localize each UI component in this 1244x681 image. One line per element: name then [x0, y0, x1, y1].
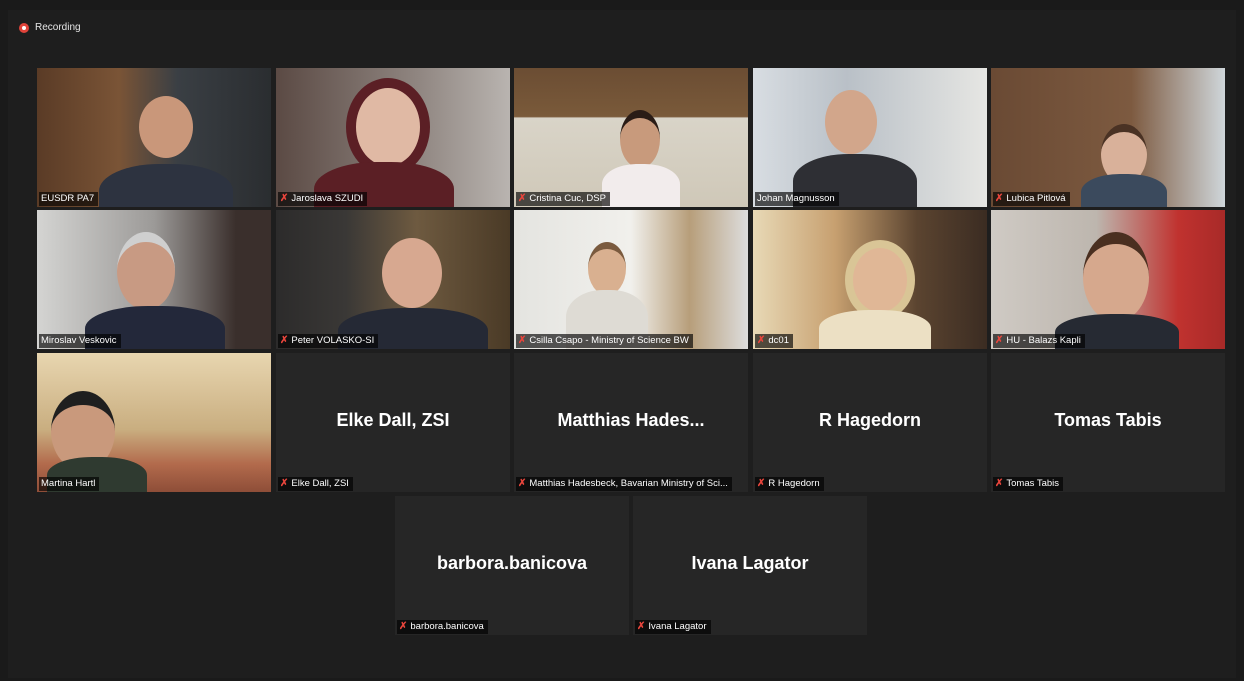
participant-display-name: R Hagedorn [818, 410, 921, 430]
participant-display-name: barbora.banicova [436, 553, 588, 573]
video-tile-off[interactable]: R Hagedorn ✗ R Hagedorn [753, 353, 987, 492]
muted-mic-icon: ✗ [637, 621, 646, 632]
muted-mic-icon: ✗ [280, 335, 289, 346]
muted-mic-icon: ✗ [518, 478, 527, 489]
video-tile-off[interactable]: barbora.banicova ✗ barbora.banicova [395, 496, 629, 635]
video-tile[interactable]: ✗ Cristina Cuc, DSP [514, 68, 748, 207]
participant-name: EUSDR PA7 [39, 192, 99, 206]
participant-name: ✗ Jaroslava SZUDI [278, 192, 368, 206]
participant-name: Miroslav Veskovic [39, 334, 121, 348]
participant-display-name: Matthias Hades... [557, 410, 705, 430]
participant-name: ✗ Ivana Lagator [635, 620, 711, 634]
recording-indicator[interactable]: Recording [19, 22, 81, 33]
participant-name: ✗ Lubica Pitlová [993, 192, 1070, 206]
video-tile-off[interactable]: Matthias Hades... ✗ Matthias Hadesbeck, B… [514, 353, 748, 492]
participant-name: ✗ barbora.banicova [397, 620, 488, 634]
video-tile[interactable]: ✗ Csilla Csapo - Ministry of Science BW [514, 210, 748, 349]
muted-mic-icon: ✗ [757, 478, 766, 489]
video-tile[interactable]: ✗ dc01 [753, 210, 987, 349]
participant-name: ✗ Peter VOLASKO-SI [278, 334, 379, 348]
participant-name: Martina Hartl [39, 477, 100, 491]
video-tile-active-speaker[interactable]: ✗ Lubica Pitlová [991, 68, 1225, 207]
muted-mic-icon: ✗ [995, 335, 1004, 346]
muted-mic-icon: ✗ [995, 193, 1004, 204]
video-tile-off[interactable]: Ivana Lagator ✗ Ivana Lagator [633, 496, 867, 635]
video-tile[interactable]: Miroslav Veskovic [37, 210, 271, 349]
muted-mic-icon: ✗ [757, 335, 766, 346]
recording-label: Recording [35, 22, 81, 33]
participant-name: ✗ Tomas Tabis [993, 477, 1064, 491]
video-tile[interactable]: ✗ Peter VOLASKO-SI [276, 210, 510, 349]
video-tile-off[interactable]: Elke Dall, ZSI ✗ Elke Dall, ZSI [276, 353, 510, 492]
video-tile-off[interactable]: Tomas Tabis ✗ Tomas Tabis [991, 353, 1225, 492]
participant-name: ✗ dc01 [755, 334, 793, 348]
video-tile[interactable]: Martina Hartl [37, 353, 271, 492]
participant-display-name: Elke Dall, ZSI [336, 410, 450, 430]
muted-mic-icon: ✗ [995, 478, 1004, 489]
muted-mic-icon: ✗ [280, 193, 289, 204]
muted-mic-icon: ✗ [518, 193, 527, 204]
video-tile[interactable]: Johan Magnusson [753, 68, 987, 207]
participant-name: ✗ Csilla Csapo - Ministry of Science BW [516, 334, 693, 348]
muted-mic-icon: ✗ [280, 478, 289, 489]
video-tile[interactable]: ✗ Jaroslava SZUDI [276, 68, 510, 207]
muted-mic-icon: ✗ [399, 621, 408, 632]
recording-icon [19, 22, 29, 33]
participant-name: ✗ R Hagedorn [755, 477, 824, 491]
participant-name: ✗ Matthias Hadesbeck, Bavarian Ministry o… [516, 477, 732, 491]
participant-name: ✗ Cristina Cuc, DSP [516, 192, 610, 206]
participant-name: ✗ HU - Balazs Kapli [993, 334, 1085, 348]
participant-display-name: Ivana Lagator [691, 553, 809, 573]
video-tile[interactable]: EUSDR PA7 [37, 68, 271, 207]
participant-name: Johan Magnusson [755, 192, 839, 206]
muted-mic-icon: ✗ [518, 335, 527, 346]
video-tile[interactable]: ✗ HU - Balazs Kapli [991, 210, 1225, 349]
participant-name: ✗ Elke Dall, ZSI [278, 477, 353, 491]
participant-display-name: Tomas Tabis [1054, 410, 1162, 430]
